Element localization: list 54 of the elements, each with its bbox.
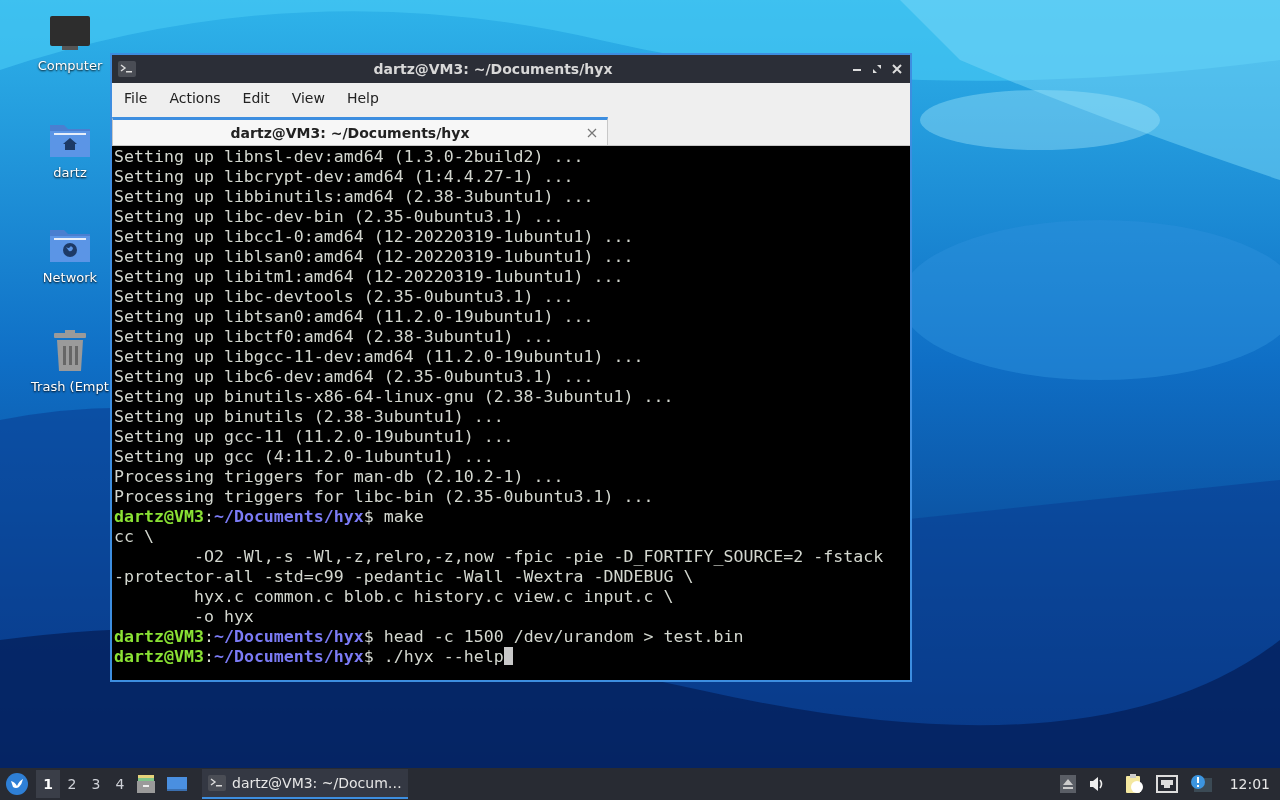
output-line: Setting up gcc-11 (11.2.0-19ubuntu1) ...: [114, 427, 514, 447]
output-line: -protector-all -std=c99 -pedantic -Wall -Wextra -DNDEBUG \: [114, 567, 694, 587]
start-menu-icon[interactable]: [6, 773, 28, 795]
icon-label[interactable]: Network: [42, 270, 98, 285]
close-tab-icon[interactable]: [587, 127, 597, 138]
output-line: Setting up libbinutils:amd64 (2.38-3ubuntu1) ...: [114, 187, 594, 207]
maximize-icon[interactable]: [870, 62, 884, 76]
show-desktop-icon[interactable]: [166, 775, 188, 793]
prompt-line: dartz@VM3:~/Documents/hyx$ head -c 1500 /dev/urandom > test.bin: [114, 627, 744, 647]
output-line: Setting up libgcc-11-dev:amd64 (11.2.0-19ubuntu1) ...: [114, 347, 644, 367]
taskbar-window-button[interactable]: dartz@VM3: ~/Docum…: [202, 769, 408, 799]
close-icon[interactable]: [890, 62, 904, 76]
clock[interactable]: 12:01: [1229, 776, 1270, 792]
output-line: Setting up libcrypt-dev:amd64 (1:4.4.27-1) ...: [114, 167, 574, 187]
output-line: Setting up gcc (4:11.2.0-1ubuntu1) ...: [114, 447, 494, 467]
workspace-button[interactable]: 4: [108, 770, 132, 798]
output-line: cc \: [114, 527, 154, 547]
output-line: hyx.c common.c blob.c history.c view.c input.c \: [192, 587, 674, 607]
output-line: Setting up libc-dev-bin (2.35-0ubuntu3.1) ...: [114, 207, 564, 227]
output-line: Setting up libctf0:amd64 (2.38-3ubuntu1) ...: [114, 327, 554, 347]
terminal-icon: [208, 775, 226, 791]
menu-item[interactable]: Actions: [161, 90, 229, 106]
output-line: Setting up binutils (2.38-3ubuntu1) ...: [114, 407, 504, 427]
file-cabinet-icon[interactable]: [136, 774, 156, 794]
output-line: Setting up binutils-x86-64-linux-gnu (2.38-3ubuntu1) ...: [114, 387, 674, 407]
menu-item[interactable]: Help: [338, 90, 387, 106]
output-line: Setting up libc-devtools (2.35-0ubuntu3.1) ...: [114, 287, 574, 307]
eject-icon[interactable]: [1059, 775, 1076, 793]
output-line: Setting up liblsan0:amd64 (12-20220319-1ubuntu1) ...: [114, 247, 634, 267]
output-line: Processing triggers for libc-bin (2.35-0ubuntu3.1) ...: [114, 487, 654, 507]
menu-item[interactable]: File: [116, 90, 156, 106]
icon-label[interactable]: Trash (Empt: [31, 379, 109, 394]
output-line: Setting up libitm1:amd64 (12-20220319-1ubuntu1) ...: [114, 267, 624, 287]
output-line: Setting up libc6-dev:amd64 (2.35-0ubuntu3.1) ...: [114, 367, 594, 387]
prompt-line: dartz@VM3:~/Documents/hyx$ make: [114, 507, 424, 527]
output-line: Setting up libnsl-dev:amd64 (1.3.0-2build2) ...: [114, 147, 584, 167]
output-line: -o hyx: [192, 607, 254, 627]
workspace-button[interactable]: 1: [36, 770, 60, 798]
window-title: dartz@VM3: ~/Documents/hyx: [372, 61, 614, 77]
terminal-tab[interactable]: dartz@VM3: ~/Documents/hyx: [112, 117, 608, 145]
output-line: Processing triggers for man-db (2.10.2-1) ...: [114, 467, 564, 487]
menu-item[interactable]: View: [283, 90, 333, 106]
prompt-line: dartz@VM3:~/Documents/hyx$ ./hyx --help: [114, 647, 513, 667]
clipboard-icon[interactable]: [1123, 774, 1144, 794]
terminal-icon: [118, 61, 136, 77]
notification-icon[interactable]: [1189, 774, 1212, 794]
output-line: Setting up libtsan0:amd64 (11.2.0-19ubuntu1) ...: [114, 307, 594, 327]
monitor-icon[interactable]: [48, 14, 92, 52]
menu-item[interactable]: Edit: [234, 90, 278, 106]
workspace-button[interactable]: 3: [84, 770, 108, 798]
output-line: Setting up libcc1-0:amd64 (12-20220319-1ubuntu1) ...: [114, 227, 634, 247]
output-line: -O2 -Wl,-s -Wl,-z,relro,-z,now -fpic -pie -D_FORTIFY_SOURCE=2 -fstack: [192, 547, 884, 567]
workspace-button[interactable]: 2: [60, 770, 84, 798]
network-port-icon[interactable]: [1155, 775, 1178, 793]
